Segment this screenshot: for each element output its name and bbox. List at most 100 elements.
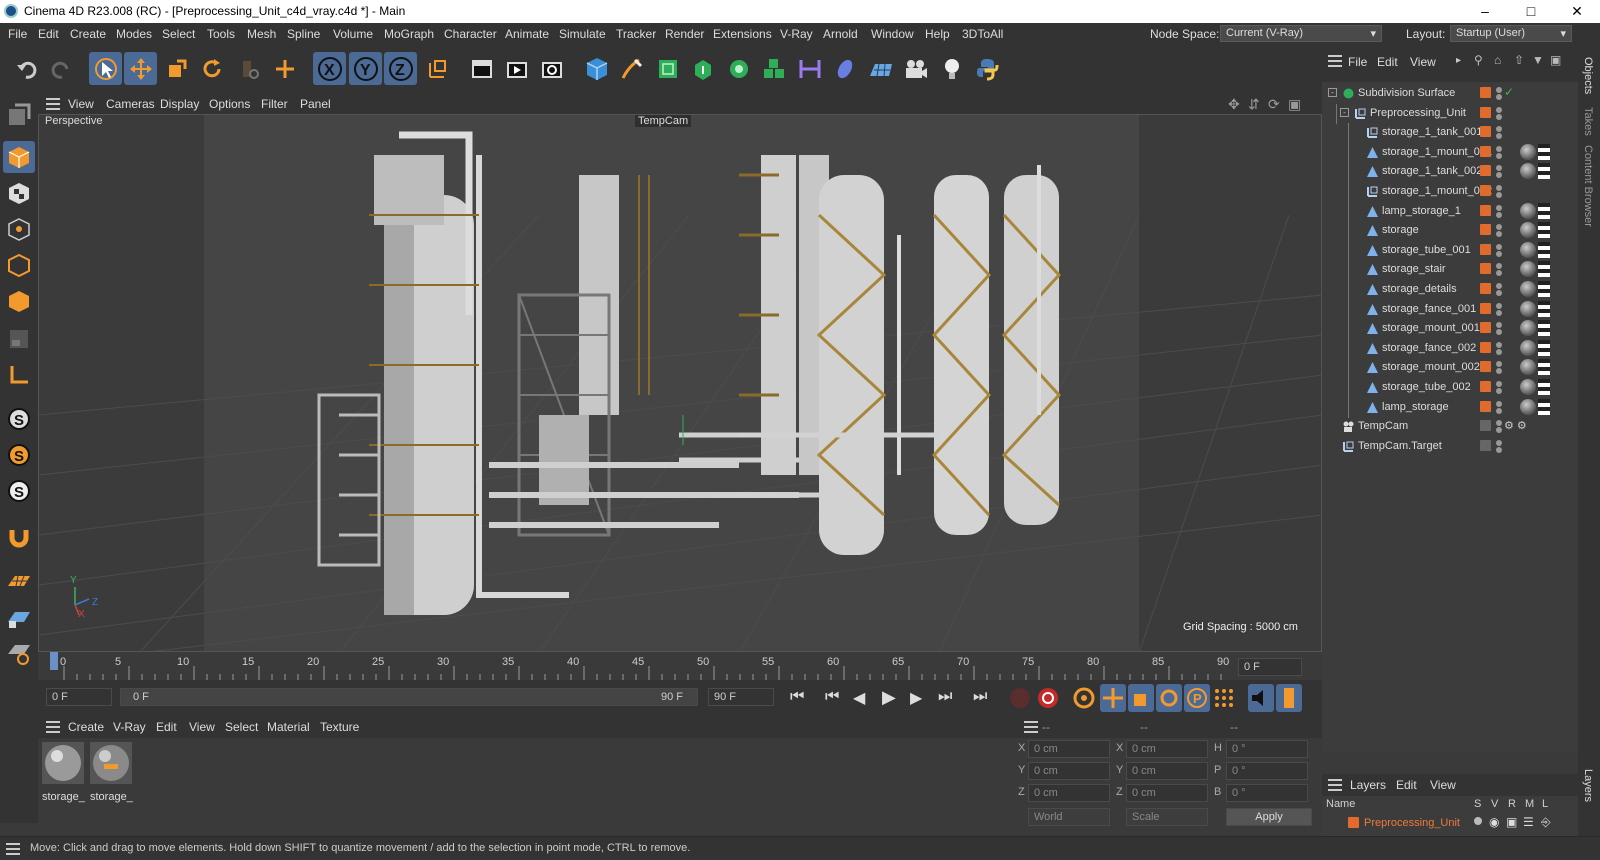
visibility-toggle[interactable] (1496, 164, 1502, 180)
object-row[interactable]: storage_details (1322, 280, 1578, 300)
material-menu-view[interactable]: View (189, 720, 215, 734)
layer-color-swatch[interactable] (1480, 106, 1491, 118)
visibility-toggle[interactable] (1496, 106, 1502, 122)
home-icon[interactable]: ⌂ (1494, 53, 1501, 67)
tab-layers[interactable]: Layers (1582, 769, 1594, 802)
maximize-view-icon[interactable]: ▣ (1288, 96, 1301, 113)
material-tag-icon[interactable] (1520, 300, 1536, 317)
edges-mode-button[interactable] (3, 249, 35, 281)
texture-mode-button[interactable] (3, 177, 35, 209)
texture-tag-icon[interactable] (1538, 281, 1550, 297)
material-tag-icon[interactable] (1520, 163, 1536, 180)
layer-color-swatch[interactable] (1480, 87, 1491, 98)
playhead[interactable] (50, 652, 58, 670)
pan-view-icon[interactable]: ✥ (1228, 96, 1240, 113)
object-row[interactable]: storage_mount_002 (1322, 358, 1578, 379)
recent-tool-button[interactable] (232, 52, 265, 85)
subdivision-surface-button[interactable] (651, 52, 684, 85)
y-axis-button[interactable]: Y (349, 52, 382, 85)
scale-tool-button[interactable] (160, 52, 193, 85)
material-tag-icon[interactable] (1520, 202, 1536, 219)
rotate-view-icon[interactable]: ⟳ (1268, 96, 1280, 113)
menu-render[interactable]: Render (665, 27, 704, 41)
object-row[interactable]: - Subdivision Surface ✓ (1322, 84, 1578, 104)
visibility-toggle[interactable] (1496, 145, 1502, 161)
hamburger-icon[interactable] (1328, 55, 1342, 67)
position-z-field[interactable]: 0 cm (1028, 784, 1110, 802)
layer-color-swatch[interactable] (1480, 185, 1491, 196)
snap-s1-button[interactable]: S (3, 403, 35, 435)
rotation-b-field[interactable]: 0 ° (1226, 784, 1308, 802)
visibility-toggle[interactable] (1496, 223, 1502, 239)
texture-tag-icon[interactable] (1538, 359, 1550, 376)
material-swatch[interactable] (90, 742, 132, 788)
minimize-button[interactable]: – (1462, 0, 1508, 23)
enabled-checkmark-icon[interactable]: ✓ (1504, 85, 1514, 99)
texture-tag-icon[interactable] (1538, 222, 1550, 239)
object-row[interactable]: storage_1_tank_002 (1322, 162, 1578, 183)
field-button[interactable] (828, 52, 861, 85)
size-x-field[interactable]: 0 cm (1126, 740, 1208, 758)
visibility-toggle[interactable] (1496, 184, 1502, 200)
rotation-key-button[interactable] (1156, 684, 1182, 712)
render-view-button[interactable] (465, 52, 498, 85)
model-mode-button[interactable] (3, 141, 35, 173)
layer-color-swatch[interactable] (1480, 165, 1491, 177)
menu-simulate[interactable]: Simulate (559, 27, 606, 41)
tweak-button[interactable] (3, 637, 35, 669)
camera-tag-icon[interactable]: ⚙ ⚙ (1504, 419, 1527, 432)
material-tag-icon[interactable] (1520, 359, 1536, 376)
material-menu-texture[interactable]: Texture (320, 720, 359, 734)
object-row[interactable]: - Preprocessing_Unit (1322, 103, 1578, 124)
material-menu-material[interactable]: Material (267, 720, 310, 734)
previous-frame-button[interactable]: ◀ (853, 688, 865, 708)
snap-s2-button[interactable]: S (3, 439, 35, 471)
workplane-button[interactable] (3, 565, 35, 597)
cloner-button[interactable] (722, 52, 755, 85)
end-frame-field[interactable]: 90 F (708, 688, 774, 706)
snap-button[interactable] (3, 521, 35, 553)
viewport-menu-options[interactable]: Options (209, 97, 250, 111)
menu-edit[interactable]: Edit (38, 27, 59, 41)
object-row[interactable]: storage (1322, 221, 1578, 242)
make-editable-button[interactable] (3, 99, 35, 131)
size-z-field[interactable]: 0 cm (1126, 784, 1208, 802)
hamburger-icon[interactable] (46, 721, 60, 733)
autokey-icon[interactable] (1036, 686, 1060, 710)
texture-tag-icon[interactable] (1538, 261, 1550, 278)
layer-color-swatch[interactable] (1480, 283, 1491, 294)
material-tag-icon[interactable] (1520, 143, 1536, 160)
menu-3dtoall[interactable]: 3DToAll (962, 27, 1003, 41)
texture-tag-icon[interactable] (1538, 320, 1550, 337)
material-menu-edit[interactable]: Edit (156, 720, 177, 734)
menu-volume[interactable]: Volume (333, 27, 373, 41)
coordinate-mode-dropdown[interactable]: World (1028, 808, 1110, 826)
viewport-menu-filter[interactable]: Filter (261, 97, 288, 111)
camera-label[interactable]: TempCam (635, 115, 692, 127)
menu-mograph[interactable]: MoGraph (384, 27, 434, 41)
uv-mode-button[interactable] (3, 323, 35, 355)
rotation-h-field[interactable]: 0 ° (1226, 740, 1308, 758)
move-tool-button[interactable] (124, 52, 157, 85)
hamburger-icon[interactable] (1024, 721, 1038, 733)
visibility-toggle[interactable] (1496, 125, 1502, 141)
visibility-toggle[interactable] (1496, 400, 1502, 416)
menu-file[interactable]: File (8, 27, 27, 41)
points-mode-button[interactable] (3, 213, 35, 245)
layer-color-swatch[interactable] (1480, 204, 1491, 216)
rotation-p-field[interactable]: 0 ° (1226, 762, 1308, 780)
material-tag-icon[interactable] (1520, 398, 1536, 415)
timeline-ruler[interactable]: 0 5 10 15 20 25 30 35 40 45 50 55 60 65 … (38, 652, 1322, 680)
texture-tag-icon[interactable] (1538, 202, 1550, 219)
point-level-animation-icon[interactable] (1212, 686, 1236, 710)
hamburger-icon[interactable] (46, 98, 60, 110)
3d-viewport[interactable]: Perspective TempCam Grid Spacing : 5000 … (38, 114, 1322, 652)
texture-tag-icon[interactable] (1538, 163, 1550, 180)
object-row[interactable]: TempCam.Target (1322, 437, 1578, 457)
menu-create[interactable]: Create (70, 27, 106, 41)
layer-color-swatch[interactable] (1480, 341, 1491, 353)
live-selection-button[interactable] (89, 52, 122, 85)
layer-row[interactable]: Preprocessing_Unit ◉ ▣ ☰ ⎆ (1322, 814, 1578, 834)
layer-color-swatch[interactable] (1480, 361, 1491, 373)
object-row[interactable]: storage_fance_002 (1322, 338, 1578, 359)
